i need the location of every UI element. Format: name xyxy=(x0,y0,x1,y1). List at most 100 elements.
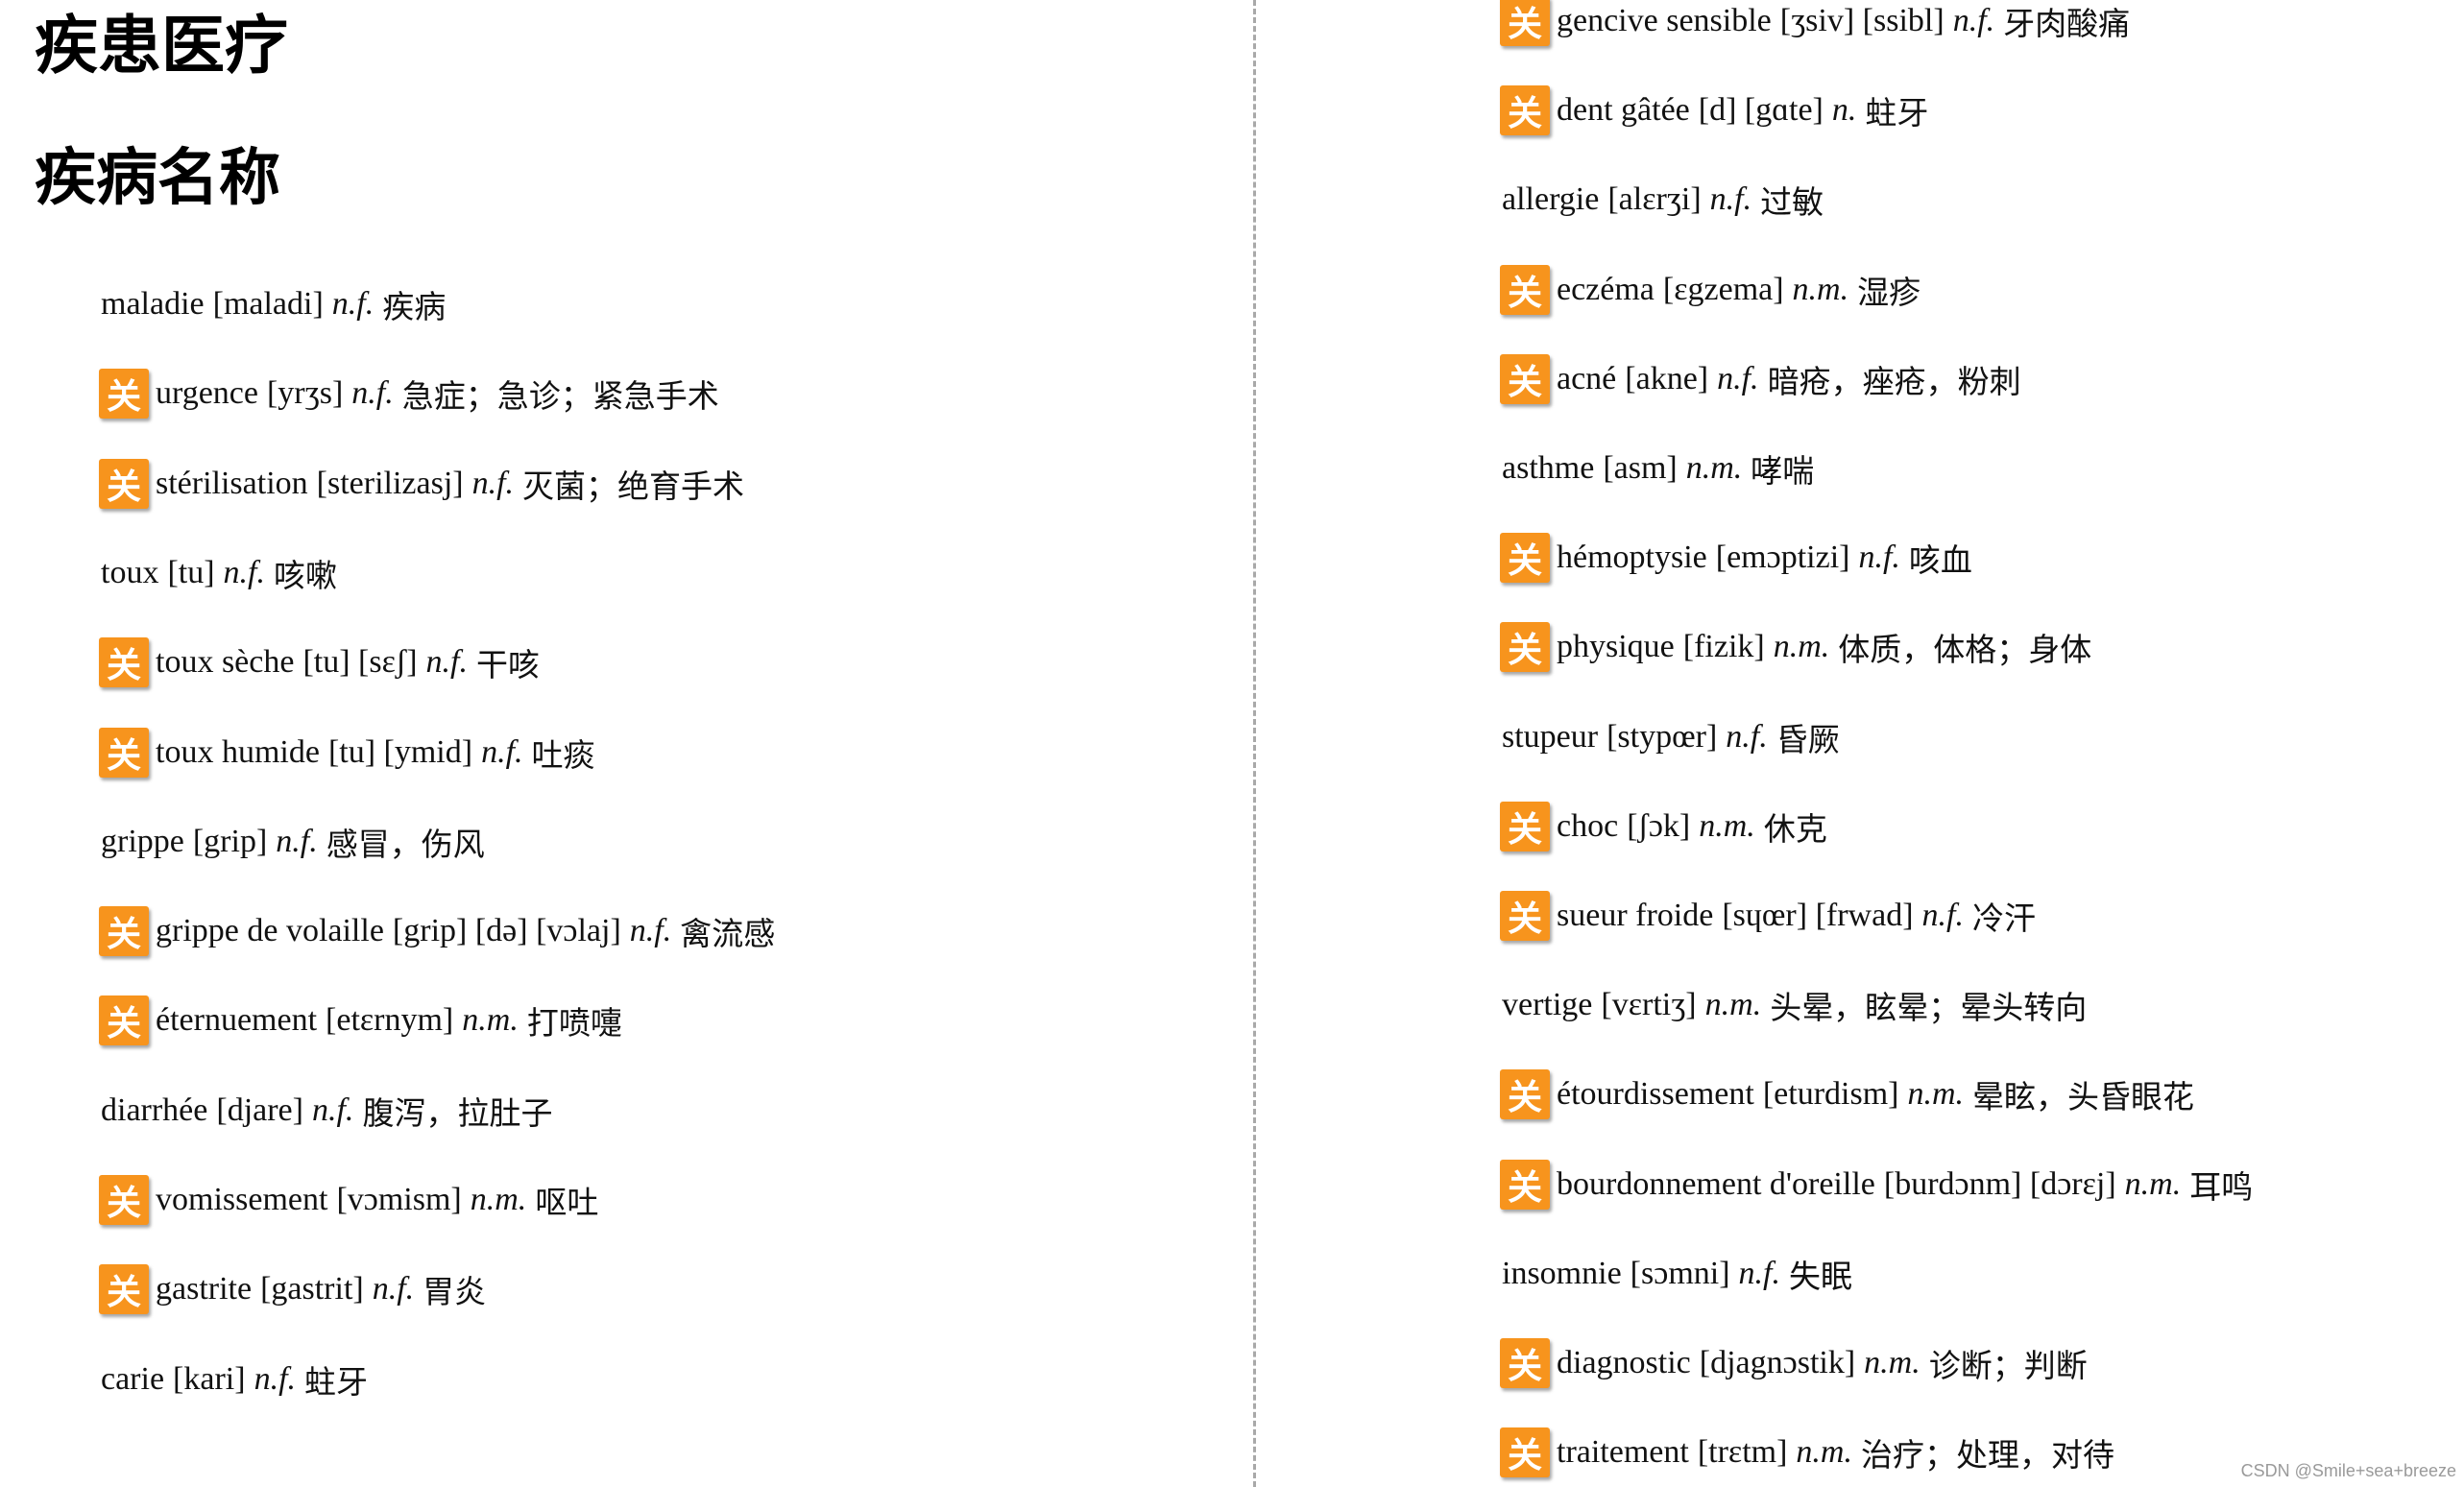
entry-phonetic: [sterilizasj] xyxy=(316,465,464,501)
entry-part-of-speech: n.f. xyxy=(223,554,265,590)
entry-translation: 灭菌；绝育手术 xyxy=(522,467,745,505)
entry-translation: 禽流感 xyxy=(680,915,776,953)
entry-part-of-speech: n.f. xyxy=(471,465,515,501)
badge-icon: 关 xyxy=(99,906,149,957)
vocab-entry: 关 bourdonnement d'oreille [burdɔnm] [dɔrɛj… xyxy=(1500,1157,2253,1212)
vocab-entry: maladie [maladi] n.f. 疾病 xyxy=(101,276,446,332)
badge-icon: 关 xyxy=(1500,1427,1550,1478)
entry-translation: 晕眩，头昏眼花 xyxy=(1972,1078,2195,1116)
entry-part-of-speech: n.m. xyxy=(2124,1165,2182,1202)
entry-word: acné xyxy=(1557,360,1617,396)
vocab-entry: 关 urgence [yrʒs] n.f. 急症；急诊；紧急手术 xyxy=(99,366,719,421)
entry-phonetic: [maladi] xyxy=(212,286,324,322)
entry-word: choc xyxy=(1557,807,1619,844)
entry-word: eczéma xyxy=(1557,271,1655,307)
entry-word: physique xyxy=(1557,629,1675,665)
entry-word: vertige xyxy=(1502,987,1593,1023)
entry-translation: 耳鸣 xyxy=(2189,1167,2254,1206)
entry-word: gastrite xyxy=(156,1271,253,1307)
badge-icon: 关 xyxy=(1500,85,1550,136)
entry-translation: 湿疹 xyxy=(1857,273,1921,311)
vocab-entry: stupeur [stypœr] n.f. 昏厥 xyxy=(1502,709,1840,765)
entry-phonetic: [tu] xyxy=(167,554,215,590)
entry-part-of-speech: n.f. xyxy=(331,286,374,322)
entry-phonetic: [alɛrʒi] xyxy=(1607,181,1702,218)
vocab-entry: 关 diagnostic [djagnɔstik] n.m. 诊断；判断 xyxy=(1500,1335,2088,1391)
entry-translation: 呕吐 xyxy=(535,1184,599,1221)
entry-word: hémoptysie xyxy=(1557,540,1707,576)
entry-phonetic: [djare] xyxy=(216,1091,303,1128)
vocab-entry: 关 hémoptysie [emɔptizi] n.f. 咳血 xyxy=(1500,530,1972,586)
entry-phonetic: [djagnɔstik] xyxy=(1699,1345,1856,1380)
badge-icon: 关 xyxy=(99,458,149,509)
entry-word: stupeur xyxy=(1502,718,1599,755)
entry-word: traitement xyxy=(1557,1434,1689,1471)
entry-word: étourdissement xyxy=(1557,1076,1754,1113)
entry-word: sueur froide xyxy=(1557,898,1714,933)
entry-phonetic: [ɛgzema] xyxy=(1662,271,1784,307)
badge-icon: 关 xyxy=(1500,622,1550,673)
entry-phonetic: [emɔptizi] xyxy=(1715,540,1850,576)
entry-phonetic: [etɛrnym] xyxy=(326,1002,454,1039)
entry-phonetic: [ʒsiv] [ssibl] xyxy=(1779,3,1945,38)
entry-phonetic: [tu] [sɛʃ] xyxy=(302,644,418,681)
vocab-entry: 关 dent gâtée [d] [gɑte] n. 蛀牙 xyxy=(1500,83,1928,138)
entry-part-of-speech: n.m. xyxy=(1699,807,1755,844)
entry-phonetic: [vɔmism] xyxy=(336,1182,462,1217)
entry-part-of-speech: n.f. xyxy=(351,375,394,412)
badge-icon: 关 xyxy=(1500,1069,1550,1120)
entry-translation: 腹泻，拉肚子 xyxy=(362,1093,553,1132)
entry-phonetic: [trɛtm] xyxy=(1697,1434,1788,1471)
vocab-entry: 关 traitement [trɛtm] n.m. 治疗；处理，对待 xyxy=(1500,1425,2114,1480)
entry-part-of-speech: n.f. xyxy=(254,1360,297,1397)
section-title: 疾病名称 xyxy=(35,143,280,214)
entry-word: grippe de volaille xyxy=(156,913,384,949)
entry-part-of-speech: n. xyxy=(1831,92,1857,129)
badge-icon: 关 xyxy=(99,1175,149,1225)
badge-icon: 关 xyxy=(99,637,149,688)
entry-word: asthme xyxy=(1502,450,1595,486)
vocab-entry: 关 choc [ʃɔk] n.m. 休克 xyxy=(1500,799,1827,854)
entry-phonetic: [asm] xyxy=(1603,450,1678,486)
entry-part-of-speech: n.m. xyxy=(1773,629,1830,665)
badge-icon: 关 xyxy=(1500,891,1550,941)
vocab-entry: vertige [vɛrtiʒ] n.m. 头晕，眩晕；晕头转向 xyxy=(1502,977,2087,1033)
entry-part-of-speech: n.f. xyxy=(1717,360,1759,396)
entry-phonetic: [fizik] xyxy=(1682,629,1765,665)
entry-word: diagnostic xyxy=(1557,1345,1691,1380)
badge-icon: 关 xyxy=(1500,1338,1550,1388)
entry-phonetic: [d] [gɑte] xyxy=(1698,92,1824,129)
page-title: 疾患医疗 xyxy=(35,9,288,83)
vocab-entry: 关 eczéma [ɛgzema] n.m. 湿疹 xyxy=(1500,262,1920,318)
entry-word: toux humide xyxy=(156,733,320,770)
entry-word: diarrhée xyxy=(101,1091,208,1128)
entry-part-of-speech: n.m. xyxy=(1796,1434,1852,1471)
entry-translation: 干咳 xyxy=(475,646,540,684)
vocab-entry: carie [kari] n.f. 蛀牙 xyxy=(101,1352,368,1407)
entry-translation: 治疗；处理，对待 xyxy=(1860,1436,2114,1475)
entry-translation: 冷汗 xyxy=(1971,899,2036,937)
vocab-entry: diarrhée [djare] n.f. 腹泻，拉肚子 xyxy=(101,1083,552,1139)
entry-translation: 吐痰 xyxy=(531,735,595,774)
entry-translation: 诊断；判断 xyxy=(1928,1347,2088,1384)
vocab-entry: grippe [grip] n.f. 感冒，伤风 xyxy=(101,814,485,870)
entry-word: toux sèche xyxy=(156,644,295,681)
vocab-entry: 关 gencive sensible [ʒsiv] [ssibl] n.f. 牙肉酸痛 xyxy=(1500,0,2130,49)
vocab-entry: insomnie [sɔmni] n.f. 失眠 xyxy=(1502,1246,1852,1302)
vocab-entry: 关 grippe de volaille [grip] [də] [vɔlaj] n.… xyxy=(99,903,775,959)
entry-part-of-speech: n.f. xyxy=(276,823,318,859)
vocab-entry: 关 toux humide [tu] [ymid] n.f. 吐痰 xyxy=(99,725,595,780)
badge-icon: 关 xyxy=(99,1264,149,1315)
entry-word: vomissement xyxy=(156,1182,328,1217)
entry-word: dent gâtée xyxy=(1557,92,1690,129)
badge-icon: 关 xyxy=(99,369,149,420)
entry-phonetic: [kari] xyxy=(173,1360,246,1397)
entry-part-of-speech: n.f. xyxy=(1858,540,1900,576)
entry-translation: 过敏 xyxy=(1760,183,1824,222)
vocab-entry: 关 étourdissement [eturdism] n.m. 晕眩，头昏眼花 xyxy=(1500,1067,2194,1122)
vocab-entry: 关 physique [fizik] n.m. 体质，体格；身体 xyxy=(1500,619,2091,675)
entry-part-of-speech: n.f. xyxy=(425,644,468,681)
entry-phonetic: [gastrit] xyxy=(260,1271,364,1307)
entry-word: gencive sensible xyxy=(1557,3,1772,38)
entry-phonetic: [sɔmni] xyxy=(1630,1255,1730,1291)
